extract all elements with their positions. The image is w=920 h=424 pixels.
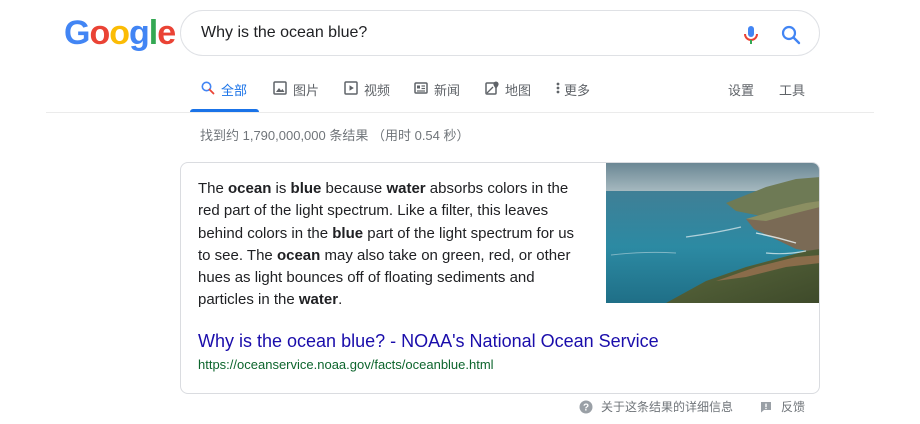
tools-link[interactable]: 工具 [779,80,805,99]
tab-images[interactable]: 图片 [272,72,319,112]
tab-label: 图片 [293,83,320,98]
google-logo[interactable]: Google [64,13,176,53]
snippet-text-part: because [321,180,387,197]
result-url[interactable]: https://oceanservice.noaa.gov/facts/ocea… [198,357,494,372]
tab-label: 全部 [221,83,248,98]
search-input[interactable] [201,22,721,44]
logo-letter: G [64,14,90,52]
snippet-highlight: water [386,180,426,197]
more-vert-icon [556,82,560,94]
about-result-link[interactable]: ? 关于这条结果的详细信息 [579,398,733,415]
snippet-text-part: . [338,291,343,309]
image-icon [273,81,287,95]
search-icon[interactable] [779,23,803,47]
result-stats: 找到约 1,790,000,000 条结果 （用时 0.54 秒） [200,128,470,143]
tab-label: 地图 [505,83,532,98]
tab-label: 新闻 [434,83,461,98]
result-title-link[interactable]: Why is the ocean blue? - NOAA's National… [198,331,659,352]
logo-letter: o [89,14,110,52]
tab-videos[interactable]: 视频 [343,72,390,112]
logo-letter: l [148,14,159,52]
map-icon [485,81,499,95]
tab-label: 更多 [564,83,591,98]
microphone-icon[interactable] [739,23,763,47]
feedback-icon [761,401,771,412]
feedback-link[interactable]: 反馈 [759,398,805,415]
news-icon [414,82,428,94]
snippet-text: The ocean is blue because water absorbs … [198,178,583,312]
snippet-highlight: ocean [228,180,272,197]
search-box [180,10,820,56]
feedback-label: 反馈 [781,400,806,414]
help-circle-icon: ? [579,400,593,413]
tab-more[interactable]: 更多 [554,72,590,112]
featured-snippet-card: The ocean is blue because water absorbs … [180,162,820,394]
ocean-coastline-photo[interactable] [606,163,820,303]
snippet-highlight: ocean [276,246,321,264]
tab-all[interactable]: 全部 [190,72,259,112]
snippet-highlight: blue [290,180,322,197]
svg-text:?: ? [583,402,589,413]
video-icon [344,81,358,95]
logo-letter: e [157,14,176,52]
snippet-highlight: water [298,291,339,309]
snippet-text-part: is [271,180,291,197]
header-divider [46,112,874,113]
tab-news[interactable]: 新闻 [413,72,460,112]
logo-letter: o [109,14,130,52]
snippet-text-part: The [198,180,229,197]
search-icon [201,81,215,95]
tab-label: 视频 [364,83,391,98]
tab-maps[interactable]: 地图 [484,72,531,112]
logo-letter: g [129,14,150,52]
settings-link[interactable]: 设置 [728,80,754,99]
about-result-label: 关于这条结果的详细信息 [601,400,734,414]
snippet-highlight: blue [332,224,364,242]
